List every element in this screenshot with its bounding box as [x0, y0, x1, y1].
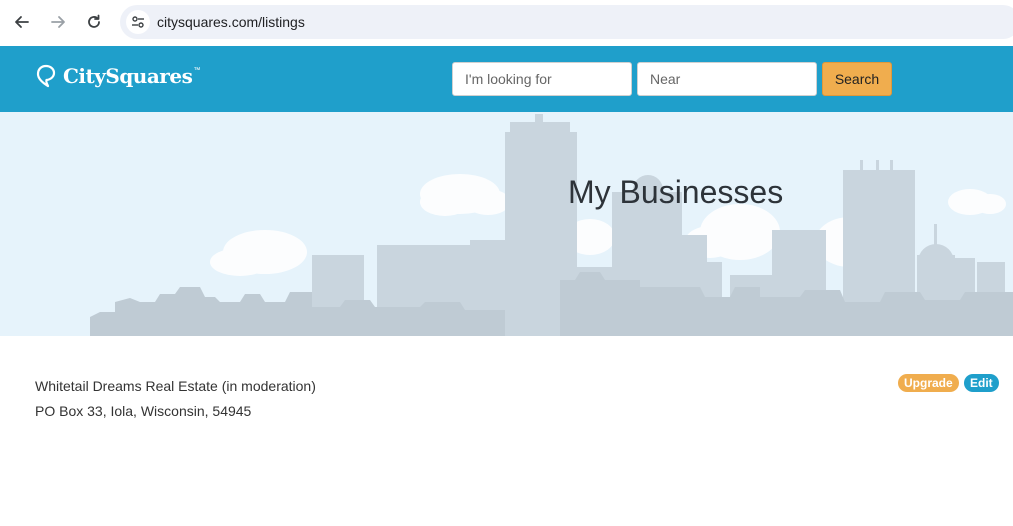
site-info-button[interactable] — [126, 10, 150, 34]
near-input[interactable] — [637, 62, 817, 96]
business-name: Whitetail Dreams Real Estate (in moderat… — [35, 378, 316, 394]
site-header: CitySquares™ Search — [0, 46, 1013, 112]
address-bar[interactable]: citysquares.com/listings — [120, 5, 1013, 39]
looking-for-input[interactable] — [452, 62, 632, 96]
url-text[interactable]: citysquares.com/listings — [157, 14, 305, 30]
arrow-right-icon — [51, 16, 65, 28]
logo-text: CitySquares — [63, 64, 193, 88]
back-button[interactable] — [10, 10, 34, 34]
reload-button[interactable] — [82, 10, 106, 34]
hero-banner: My Businesses — [0, 112, 1013, 336]
logo-trademark: ™ — [193, 66, 201, 74]
tune-icon — [132, 16, 144, 28]
business-listing: Whitetail Dreams Real Estate (in moderat… — [0, 336, 1013, 526]
page-title: My Businesses — [568, 174, 784, 210]
browser-toolbar: citysquares.com/listings — [0, 0, 1013, 46]
business-address: PO Box 33, Iola, Wisconsin, 54945 — [35, 403, 252, 419]
arrow-left-icon — [15, 16, 29, 28]
citysquares-logo[interactable]: CitySquares ™ — [36, 64, 200, 88]
forward-button[interactable] — [46, 10, 70, 34]
reload-icon — [88, 14, 100, 28]
edit-button[interactable]: Edit — [964, 374, 999, 392]
skyline-illustration — [90, 114, 1013, 336]
pin-logo-icon — [36, 64, 56, 88]
search-button[interactable]: Search — [822, 62, 892, 96]
upgrade-button[interactable]: Upgrade — [898, 374, 959, 392]
